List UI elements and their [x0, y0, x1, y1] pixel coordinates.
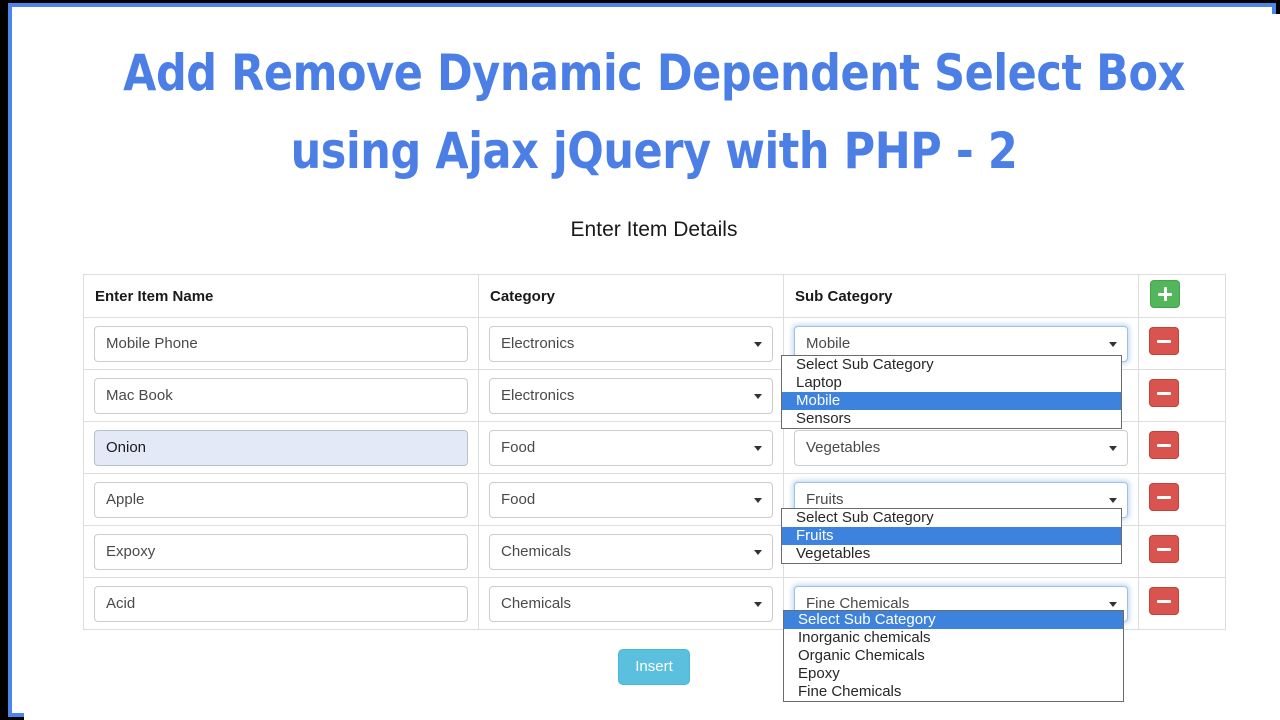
subcategory-dropdown-food[interactable]: Select Sub Category Fruits Vegetables: [781, 508, 1122, 564]
item-name-input[interactable]: Onion: [94, 429, 468, 466]
header-item-name: Enter Item Name: [83, 274, 479, 318]
cell-action: [1138, 577, 1226, 630]
chevron-down-icon: [754, 549, 762, 555]
dropdown-option-selected[interactable]: Select Sub Category: [784, 611, 1123, 629]
remove-row-button[interactable]: [1149, 327, 1179, 355]
plus-icon-vertical: [1163, 287, 1167, 301]
chevron-down-icon: [754, 341, 762, 347]
category-select[interactable]: Chemicals: [489, 585, 773, 622]
minus-icon: [1157, 391, 1171, 395]
item-name-input[interactable]: Acid: [94, 585, 468, 622]
category-select[interactable]: Food: [489, 429, 773, 466]
category-select[interactable]: Electronics: [489, 377, 773, 414]
category-select[interactable]: Electronics: [489, 325, 773, 362]
dropdown-option[interactable]: Select Sub Category: [782, 509, 1121, 527]
page-root: Add Remove Dynamic Dependent Select Box …: [24, 14, 1280, 720]
minus-icon: [1157, 547, 1171, 551]
video-frame: Add Remove Dynamic Dependent Select Box …: [0, 0, 1280, 720]
form-subtitle: Enter Item Details: [570, 218, 738, 241]
dropdown-option-selected[interactable]: Mobile: [782, 392, 1121, 410]
item-name-input[interactable]: Mac Book: [94, 377, 468, 414]
subcategory-dropdown-electronics[interactable]: Select Sub Category Laptop Mobile Sensor…: [781, 355, 1122, 429]
minus-icon: [1157, 599, 1171, 603]
cell-action: [1138, 317, 1226, 370]
cell-category: Electronics: [478, 317, 784, 370]
remove-row-button[interactable]: [1149, 483, 1179, 511]
cell-category: Food: [478, 473, 784, 526]
cell-item-name: Expoxy: [83, 525, 479, 578]
add-row-button[interactable]: [1150, 280, 1180, 308]
cell-item-name: Acid: [83, 577, 479, 630]
category-select[interactable]: Chemicals: [489, 533, 773, 570]
dropdown-option-selected[interactable]: Fruits: [782, 527, 1121, 545]
chevron-down-icon: [754, 445, 762, 451]
category-select[interactable]: Food: [489, 481, 773, 518]
item-name-input[interactable]: Expoxy: [94, 533, 468, 570]
header-subcategory: Sub Category: [783, 274, 1139, 318]
cell-item-name: Mac Book: [83, 369, 479, 422]
cell-item-name: Onion: [83, 421, 479, 474]
cell-action: [1138, 421, 1226, 474]
subcategory-select[interactable]: Vegetables: [794, 429, 1128, 466]
cell-item-name: Mobile Phone: [83, 317, 479, 370]
cell-action: [1138, 525, 1226, 578]
chevron-down-icon: [754, 393, 762, 399]
subcategory-dropdown-chemicals[interactable]: Select Sub Category Inorganic chemicals …: [783, 610, 1124, 702]
remove-row-button[interactable]: [1149, 535, 1179, 563]
insert-button[interactable]: Insert: [618, 649, 690, 685]
cell-action: [1138, 473, 1226, 526]
chevron-down-icon: [754, 497, 762, 503]
remove-row-button[interactable]: [1149, 379, 1179, 407]
blue-border-frame: Add Remove Dynamic Dependent Select Box …: [8, 3, 1280, 720]
remove-row-button[interactable]: [1149, 587, 1179, 615]
dropdown-option[interactable]: Fine Chemicals: [784, 683, 1123, 701]
minus-icon: [1157, 443, 1171, 447]
header-action: [1138, 274, 1226, 318]
page-title: Add Remove Dynamic Dependent Select Box …: [24, 14, 1280, 190]
chevron-down-icon: [1109, 497, 1117, 503]
remove-row-button[interactable]: [1149, 431, 1179, 459]
cell-item-name: Apple: [83, 473, 479, 526]
item-name-input[interactable]: Apple: [94, 481, 468, 518]
cell-action: [1138, 369, 1226, 422]
chevron-down-icon: [1109, 601, 1117, 607]
dropdown-option[interactable]: Inorganic chemicals: [784, 629, 1123, 647]
page-title-line-1: Add Remove Dynamic Dependent Select Box: [123, 44, 1185, 102]
chevron-down-icon: [1109, 341, 1117, 347]
dropdown-option[interactable]: Vegetables: [782, 545, 1121, 563]
dropdown-option[interactable]: Sensors: [782, 410, 1121, 428]
dropdown-option[interactable]: Organic Chemicals: [784, 647, 1123, 665]
item-table-wrapper: Enter Item Name Category Sub Category Mo…: [83, 274, 1226, 702]
item-table: Enter Item Name Category Sub Category Mo…: [83, 274, 1226, 630]
cell-category: Chemicals: [478, 577, 784, 630]
table-row: Onion Food Vegetables: [83, 421, 1226, 474]
dropdown-option[interactable]: Select Sub Category: [782, 356, 1121, 374]
cell-category: Chemicals: [478, 525, 784, 578]
dropdown-option[interactable]: Epoxy: [784, 665, 1123, 683]
minus-icon: [1157, 339, 1171, 343]
cell-subcategory: Vegetables: [783, 421, 1139, 474]
header-category: Category: [478, 274, 784, 318]
page-title-line-2: using Ajax jQuery with PHP - 2: [290, 122, 1018, 180]
minus-icon: [1157, 495, 1171, 499]
dropdown-option[interactable]: Laptop: [782, 374, 1121, 392]
cell-category: Electronics: [478, 369, 784, 422]
cell-category: Food: [478, 421, 784, 474]
table-header-row: Enter Item Name Category Sub Category: [83, 274, 1226, 318]
chevron-down-icon: [1109, 445, 1117, 451]
chevron-down-icon: [754, 601, 762, 607]
item-name-input[interactable]: Mobile Phone: [94, 325, 468, 362]
